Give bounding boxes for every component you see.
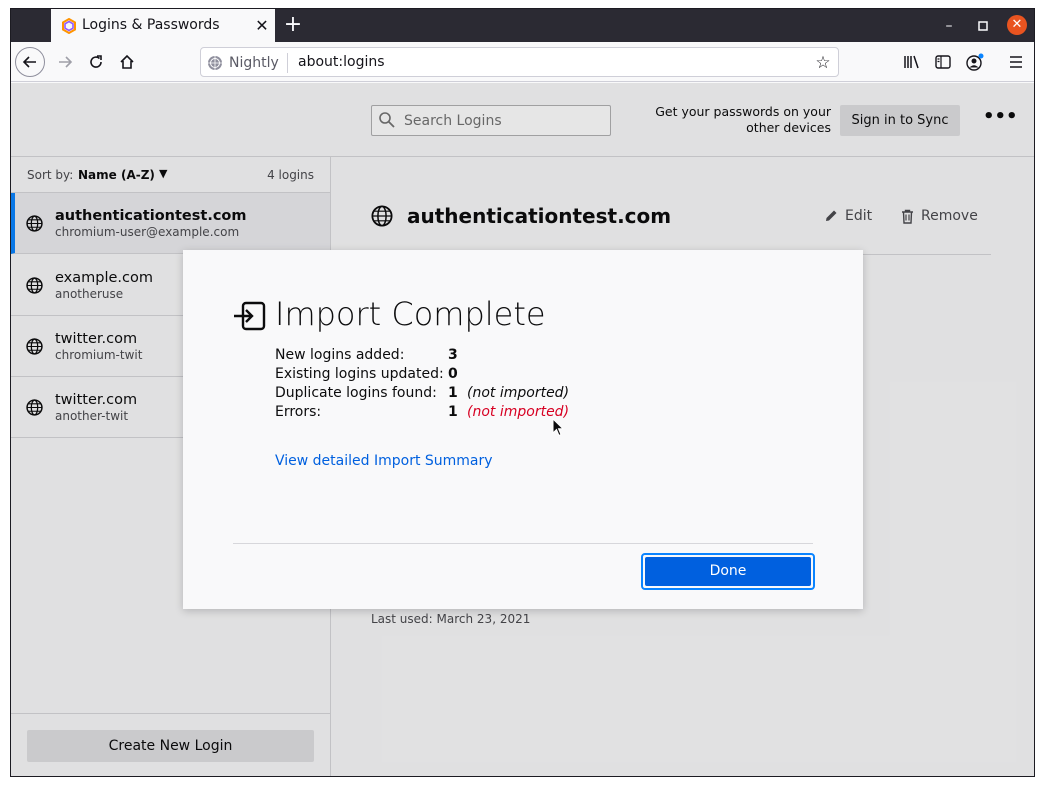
stat-value: 1: [448, 385, 458, 401]
home-icon[interactable]: [113, 48, 141, 76]
minimize-icon[interactable]: –: [940, 17, 958, 35]
stat-value: 0: [448, 366, 458, 382]
stat-note: (not imported): [467, 385, 570, 401]
bookmark-star-icon[interactable]: ☆: [813, 53, 833, 73]
close-tab-icon[interactable]: ✕: [253, 17, 271, 35]
stat-value: 1: [448, 404, 458, 420]
tab-strip: Logins & Passwords ✕ + – ✕: [11, 9, 1034, 42]
done-label: Done: [645, 557, 811, 586]
stat-label: Duplicate logins found:: [275, 385, 437, 401]
reload-icon[interactable]: [82, 48, 110, 76]
done-button[interactable]: Done: [641, 553, 815, 590]
tab-title: Logins & Passwords: [82, 17, 220, 33]
identity-label: Nightly: [229, 55, 279, 71]
url-bar[interactable]: Nightly about:logins ☆: [200, 47, 839, 77]
identity-box[interactable]: Nightly: [207, 53, 288, 73]
browser-window: Logins & Passwords ✕ + – ✕ Nightly about…: [10, 8, 1035, 777]
close-window-icon[interactable]: ✕: [1007, 15, 1027, 35]
dialog-title: Import Complete: [275, 295, 546, 333]
stat-label: Errors:: [275, 404, 322, 420]
library-icon[interactable]: [901, 50, 923, 74]
stat-row-errors: Errors: 1 (not imported): [275, 404, 595, 423]
new-tab-icon[interactable]: +: [281, 13, 305, 37]
stat-row-updated: Existing logins updated: 0: [275, 366, 595, 385]
browser-globe-icon: [208, 56, 222, 70]
tab-logins[interactable]: Logins & Passwords ✕: [51, 9, 275, 42]
stat-row-added: New logins added: 3: [275, 347, 595, 366]
import-icon: [234, 301, 266, 331]
stat-label: Existing logins updated:: [275, 366, 444, 382]
back-icon[interactable]: [15, 47, 45, 77]
import-complete-dialog: Import Complete New logins added: 3 Exis…: [183, 250, 863, 609]
dialog-divider: [233, 543, 813, 544]
account-icon[interactable]: [964, 50, 986, 74]
import-stats: New logins added: 3 Existing logins upda…: [275, 347, 595, 423]
sidebar-toggle-icon[interactable]: [932, 50, 954, 74]
mouse-cursor-icon: [552, 418, 564, 437]
maximize-icon[interactable]: [974, 17, 992, 35]
url-text[interactable]: about:logins: [298, 54, 385, 70]
import-summary-link[interactable]: View detailed Import Summary: [275, 453, 493, 469]
stat-row-duplicates: Duplicate logins found: 1 (not imported): [275, 385, 595, 404]
lockwise-icon: [62, 18, 76, 34]
nav-bar: Nightly about:logins ☆: [11, 42, 1034, 82]
forward-icon[interactable]: [51, 48, 79, 76]
stat-label: New logins added:: [275, 347, 405, 363]
stat-value: 3: [448, 347, 458, 363]
hamburger-menu-icon[interactable]: [1005, 50, 1027, 74]
